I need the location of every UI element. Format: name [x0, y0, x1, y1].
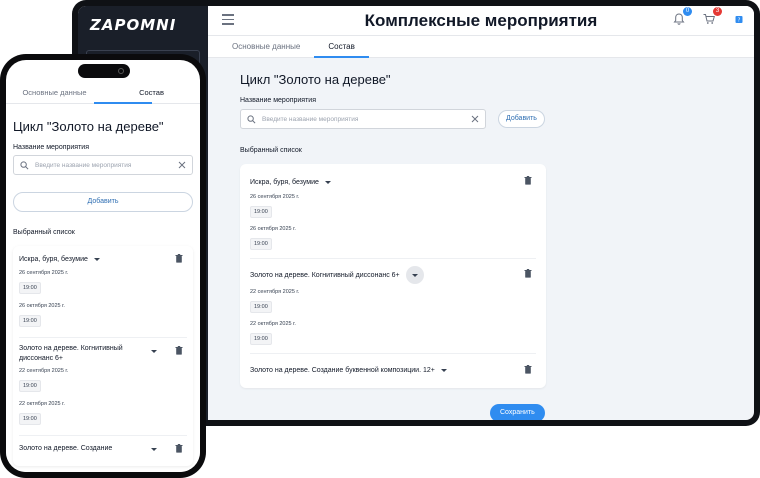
- session-time[interactable]: 19:00: [19, 282, 41, 294]
- session-time[interactable]: 19:00: [250, 206, 272, 218]
- session-date: 22 сентября 2025 г.: [19, 368, 69, 374]
- selected-list-label: Выбранный список: [13, 229, 75, 236]
- cart-icon[interactable]: 3: [702, 7, 722, 26]
- trash-icon[interactable]: [524, 269, 532, 278]
- event-name: Золото на дереве. Когнитивный диссонанс …: [250, 271, 400, 279]
- session-date: 22 октября 2025 г.: [250, 321, 296, 327]
- session-time[interactable]: 19:00: [19, 315, 41, 327]
- selected-events-card: Искра, буря, безумие 26 сентября 2025 г.…: [240, 164, 546, 388]
- event-name: Золото на дереве. Создание буквенной ком…: [250, 366, 435, 374]
- main-area: Комплексные мероприятия 0 3 ? Основные д…: [208, 6, 754, 420]
- search-placeholder: Введите название мероприятия: [35, 161, 132, 169]
- chevron-down-icon[interactable]: [151, 350, 157, 353]
- trash-icon[interactable]: [524, 365, 532, 374]
- event-name: Золото на дереве. Когнитивный диссонанс …: [19, 345, 123, 362]
- session-time[interactable]: 19:00: [19, 380, 41, 392]
- event-name: Искра, буря, безумие: [250, 178, 319, 186]
- app-logo[interactable]: ZAPOMNI: [90, 16, 176, 34]
- mobile-tab-bar: Основные данные Состав: [6, 80, 200, 104]
- chevron-down-icon[interactable]: [440, 368, 447, 372]
- clear-icon[interactable]: [178, 161, 186, 169]
- search-icon: [247, 114, 256, 123]
- session-date: 26 сентября 2025 г.: [250, 194, 300, 200]
- mobile-content: Цикл "Золото на дереве" Название меропри…: [6, 104, 200, 472]
- list-item: Искра, буря, безумие 26 сентября 2025 г.…: [19, 246, 187, 338]
- top-bar: Комплексные мероприятия 0 3 ?: [208, 6, 754, 36]
- top-actions: 0 3 ?: [672, 7, 746, 26]
- bell-icon[interactable]: 0: [672, 7, 692, 26]
- session-date: 26 сентября 2025 г.: [19, 270, 69, 276]
- phone-device: Основные данные Состав Цикл "Золото на д…: [0, 54, 206, 478]
- session-time[interactable]: 19:00: [250, 301, 272, 313]
- trash-icon[interactable]: [524, 176, 532, 185]
- list-item: Искра, буря, безумие 26 сентября 2025 г.…: [250, 170, 536, 259]
- trash-icon[interactable]: [175, 346, 183, 355]
- session-time[interactable]: 19:00: [250, 333, 272, 345]
- list-item: Золото на дереве. Когнитивный диссонанс …: [19, 338, 187, 436]
- event-name-label: Название мероприятия: [13, 144, 90, 151]
- chevron-down-icon[interactable]: [324, 180, 331, 184]
- add-button[interactable]: Добавить: [498, 110, 545, 128]
- tab-basic-data[interactable]: Основные данные: [6, 80, 103, 103]
- tab-bar: Основные данные Состав: [208, 36, 754, 58]
- selected-events-card: Искра, буря, безумие 26 сентября 2025 г.…: [13, 246, 193, 466]
- session-date: 22 сентября 2025 г.: [250, 289, 300, 295]
- event-search-input[interactable]: Введите название мероприятия: [240, 109, 486, 129]
- cycle-heading: Цикл "Золото на дереве": [13, 119, 164, 134]
- session-time[interactable]: 19:00: [19, 413, 41, 425]
- cart-badge: 3: [713, 7, 722, 16]
- phone-notch: [78, 64, 130, 78]
- search-placeholder: Введите название мероприятия: [262, 115, 359, 123]
- session-time[interactable]: 19:00: [250, 238, 272, 250]
- camera-icon: [118, 68, 124, 74]
- event-name: Искра, буря, безумие: [19, 255, 88, 263]
- svg-text:?: ?: [738, 18, 741, 24]
- event-name-label: Название мероприятия: [240, 97, 317, 104]
- trash-icon[interactable]: [175, 444, 183, 453]
- phone-screen: Основные данные Состав Цикл "Золото на д…: [6, 60, 200, 472]
- session-date: 26 октября 2025 г.: [250, 226, 296, 232]
- cycle-heading: Цикл "Золото на дереве": [240, 72, 391, 87]
- device-mockup-stage: ZAPOMNI Комплексные мероприятия 0 3 ? Ос…: [0, 0, 760, 478]
- add-button[interactable]: Добавить: [13, 192, 193, 212]
- trash-icon[interactable]: [175, 254, 183, 263]
- tab-composition[interactable]: Состав: [103, 80, 200, 103]
- search-icon: [20, 160, 29, 169]
- chevron-down-icon[interactable]: [151, 448, 157, 451]
- list-item: Золото на дереве. Создание буквенной ком…: [250, 354, 536, 382]
- list-item: Золото на дереве. Создание: [19, 436, 187, 466]
- event-name: Золото на дереве. Создание: [19, 445, 113, 452]
- list-item: Золото на дереве. Когнитивный диссонанс …: [250, 259, 536, 354]
- search-row: Введите название мероприятия Добавить: [240, 109, 722, 129]
- chevron-down-icon[interactable]: [405, 266, 424, 284]
- event-search-input[interactable]: Введите название мероприятия: [13, 155, 193, 175]
- tab-basic-data[interactable]: Основные данные: [218, 36, 314, 58]
- clear-icon[interactable]: [471, 115, 479, 123]
- chevron-down-icon[interactable]: [93, 257, 100, 261]
- save-button[interactable]: Сохранить: [490, 404, 545, 420]
- tab-composition[interactable]: Состав: [314, 36, 369, 58]
- selected-list-label: Выбранный список: [240, 147, 302, 154]
- session-date: 22 октября 2025 г.: [19, 401, 65, 407]
- session-date: 26 октября 2025 г.: [19, 303, 65, 309]
- content-panel: Цикл "Золото на дереве" Название меропри…: [208, 58, 754, 420]
- help-icon[interactable]: ?: [732, 12, 746, 26]
- notification-badge: 0: [683, 7, 692, 16]
